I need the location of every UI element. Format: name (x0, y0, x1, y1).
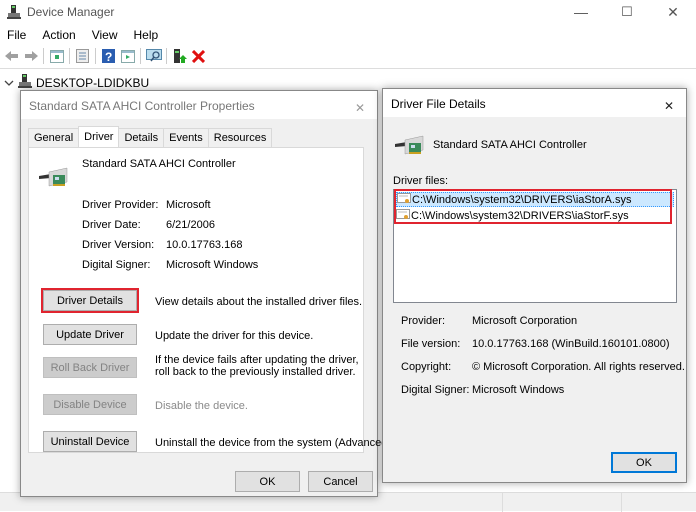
digital-signer-value: Microsoft Windows (472, 384, 565, 396)
properties-dialog-titlebar: Standard SATA AHCI Controller Properties… (21, 91, 377, 119)
action-pane-icon[interactable] (119, 48, 136, 65)
tab-driver[interactable]: Driver (78, 126, 120, 147)
help-icon[interactable]: ? (100, 48, 117, 65)
menu-action[interactable]: Action (34, 25, 83, 45)
toolbar-separator (95, 48, 96, 64)
provider-value: Microsoft Corporation (472, 315, 578, 327)
driver-date-value: 6/21/2006 (166, 219, 215, 231)
toolbar: ? (0, 46, 696, 66)
driver-file-details-title: Driver File Details (391, 97, 486, 111)
tab-details[interactable]: Details (118, 128, 165, 147)
tab-resources[interactable]: Resources (207, 128, 273, 147)
driver-version-value: 10.0.17763.168 (166, 239, 243, 251)
properties-dialog-title: Standard SATA AHCI Controller Properties (29, 99, 255, 113)
uninstall-device-button[interactable]: Uninstall Device (43, 431, 137, 452)
computer-name: DESKTOP-LDIDKBU (36, 75, 150, 90)
menu-bar: File Action View Help (0, 25, 696, 45)
device-name: Standard SATA AHCI Controller (82, 158, 236, 170)
copyright-value: © Microsoft Corporation. All rights rese… (472, 361, 685, 373)
tab-general[interactable]: General (28, 128, 80, 147)
digital-signer-label: Digital Signer: (82, 259, 151, 271)
tab-events[interactable]: Events (163, 128, 209, 147)
driver-provider-label: Driver Provider: (82, 199, 159, 211)
close-button[interactable]: ✕ (650, 0, 696, 24)
uninstall-device-description: Uninstall the device from the system (Ad… (155, 437, 395, 449)
menu-file[interactable]: File (0, 25, 34, 45)
disable-device-button[interactable]: Disable Device (43, 394, 137, 415)
close-icon: ✕ (664, 99, 675, 113)
update-driver-button[interactable]: Update Driver (43, 324, 137, 345)
update-driver-icon[interactable] (171, 48, 188, 65)
digital-signer-value: Microsoft Windows (166, 259, 259, 271)
uninstall-icon[interactable] (190, 48, 207, 65)
forward-icon[interactable] (22, 48, 39, 65)
driver-details-description: View details about the installed driver … (155, 296, 363, 308)
toolbar-separator (166, 48, 167, 64)
window-title: Device Manager (27, 5, 115, 19)
toolbar-separator (140, 48, 141, 64)
controller-icon (39, 166, 69, 191)
scan-hardware-icon[interactable] (145, 48, 162, 65)
title-bar: Device Manager — ☐ ✕ (0, 0, 696, 24)
disable-device-description: Disable the device. (155, 400, 248, 412)
driver-provider-value: Microsoft (166, 199, 211, 211)
chevron-down-icon[interactable] (4, 76, 14, 90)
driver-files-label: Driver files: (393, 175, 449, 187)
provider-label: Provider: (401, 315, 446, 327)
copyright-label: Copyright: (401, 361, 452, 373)
driver-file-details-close-button[interactable]: ✕ (656, 91, 682, 115)
properties-dialog: Standard SATA AHCI Controller Properties… (20, 90, 394, 497)
file-version-label: File version: (401, 338, 461, 350)
driver-date-label: Driver Date: (82, 219, 141, 231)
toolbar-separator (43, 48, 44, 64)
device-manager-icon (7, 5, 21, 19)
file-version-value: 10.0.17763.168 (WinBuild.160101.0800) (472, 338, 670, 350)
status-pane (502, 493, 503, 512)
update-driver-description: Update the driver for this device. (155, 330, 314, 342)
menu-help[interactable]: Help (126, 25, 167, 45)
tab-strip: General Driver Details Events Resources (28, 126, 273, 147)
cancel-button[interactable]: Cancel (308, 471, 373, 492)
digital-signer-label: Digital Signer: (401, 384, 470, 396)
status-pane (621, 493, 622, 512)
tree-root-node[interactable]: DESKTOP-LDIDKBU (4, 74, 149, 91)
highlight-box (41, 288, 139, 313)
roll-back-driver-description: If the device fails after updating the d… (155, 354, 359, 378)
ok-button[interactable]: OK (235, 471, 300, 492)
minimize-button[interactable]: — (558, 0, 604, 24)
computer-icon (18, 74, 32, 91)
menu-view[interactable]: View (84, 25, 126, 45)
driver-file-details-dialog: Driver File Details ✕ Standard SATA AHCI… (382, 88, 687, 483)
driver-version-label: Driver Version: (82, 239, 155, 251)
maximize-button[interactable]: ☐ (604, 0, 650, 24)
svg-text:?: ? (105, 50, 112, 63)
close-icon: ✕ (355, 101, 366, 115)
roll-back-driver-button[interactable]: Roll Back Driver (43, 357, 137, 378)
back-icon[interactable] (3, 48, 20, 65)
driver-file-details-titlebar: Driver File Details ✕ (383, 89, 686, 117)
toolbar-separator (69, 48, 70, 64)
controller-icon (395, 134, 425, 159)
device-name: Standard SATA AHCI Controller (433, 139, 587, 151)
highlight-box (394, 189, 672, 224)
driver-tab-panel: Standard SATA AHCI Controller Driver Pro… (28, 147, 394, 453)
properties-close-button[interactable]: ✕ (347, 93, 373, 117)
driver-file-ok-button[interactable]: OK (611, 452, 677, 473)
show-hide-console-tree-icon[interactable] (48, 48, 65, 65)
properties-icon[interactable] (74, 48, 91, 65)
